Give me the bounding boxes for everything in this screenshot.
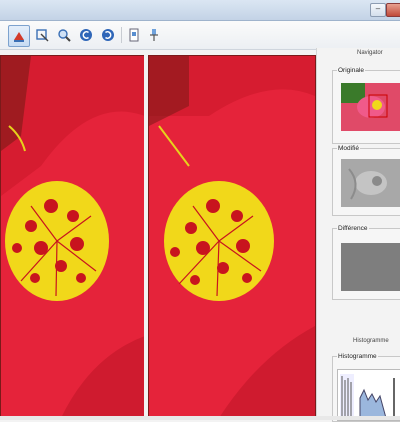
rotate-right-button[interactable] (98, 25, 118, 45)
title-bar: – (0, 0, 400, 21)
toolbar-separator (121, 27, 122, 43)
stamen-cluster (5, 181, 109, 301)
original-thumbnail[interactable] (341, 83, 400, 131)
rotate-right-icon (102, 29, 114, 41)
navigator-title: Navigator (357, 50, 383, 56)
difference-group: Différence (332, 225, 400, 300)
zoom-tool-button[interactable] (54, 25, 74, 45)
histogram-group: Histogramme (332, 353, 400, 422)
flower-image-modified (149, 56, 315, 418)
rotate-left-button[interactable] (76, 25, 96, 45)
original-group: Originale (332, 67, 400, 144)
crop-tool-button[interactable] (32, 25, 52, 45)
histogram-label: Histogramme (337, 353, 378, 360)
select-tool-button[interactable] (8, 25, 30, 47)
close-button[interactable] (386, 3, 400, 17)
flower-image (1, 56, 145, 418)
pin-icon (150, 29, 158, 41)
crop-tool-icon (36, 29, 49, 42)
modified-thumbnail[interactable] (341, 159, 400, 207)
difference-thumbnail[interactable] (341, 243, 400, 291)
page-icon (129, 28, 139, 42)
histogram-graph (337, 369, 400, 421)
pin-button[interactable] (144, 25, 164, 45)
difference-label: Différence (337, 225, 369, 232)
page-button[interactable] (124, 25, 144, 45)
modified-image-viewer[interactable] (148, 55, 316, 419)
side-panel: Navigator Originale Modifié Différence H… (316, 48, 400, 422)
modified-label: Modifié (337, 145, 360, 152)
modified-group: Modifié (332, 145, 400, 216)
minimize-button[interactable]: – (370, 3, 386, 17)
rotate-left-icon (80, 29, 92, 41)
original-label: Originale (337, 67, 366, 74)
original-image-viewer[interactable] (0, 55, 146, 419)
stamen-cluster (164, 181, 274, 301)
select-tool-icon (14, 32, 24, 42)
zoom-tool-icon (58, 29, 71, 42)
toolbar (0, 21, 400, 50)
status-strip (0, 416, 400, 420)
histogram-section-title: Histogramme (353, 338, 389, 344)
